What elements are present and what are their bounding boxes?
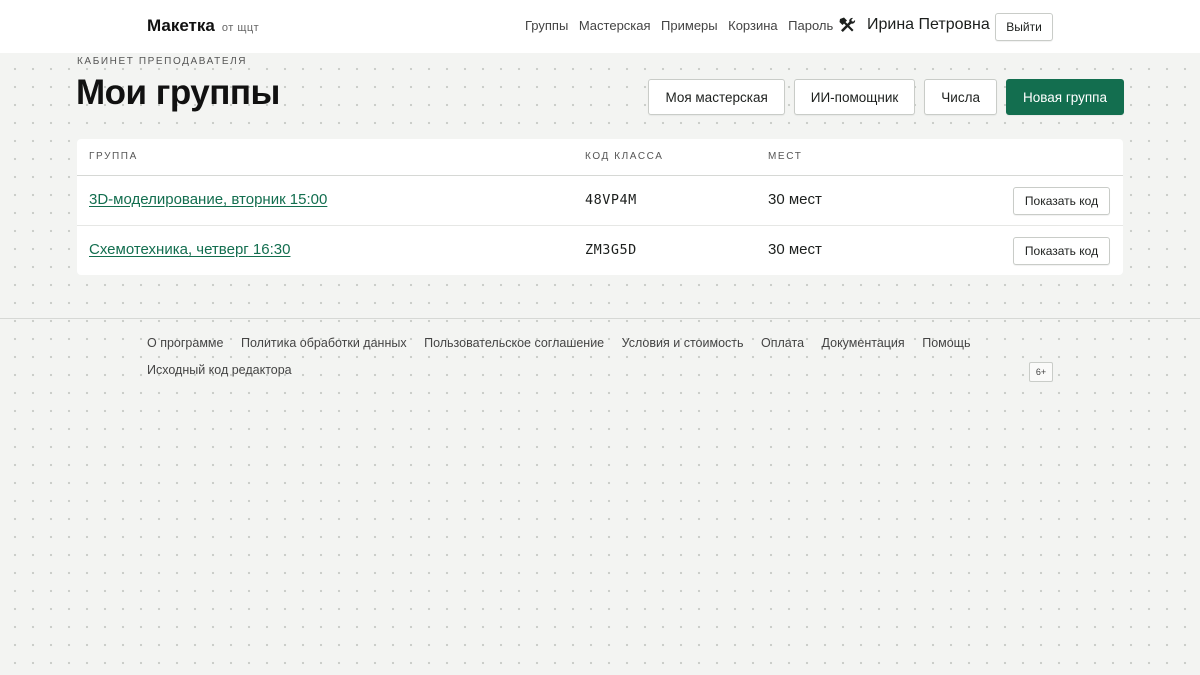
footer-link-pricing[interactable]: Условия и стоимость [622,336,744,350]
footer-link-help[interactable]: Помощь [922,336,970,350]
group-link[interactable]: Схемотехника, четверг 16:30 [89,241,290,258]
seats-count: 30 мест [768,241,822,258]
nav-link-groups[interactable]: Группы [525,18,568,33]
numbers-button[interactable]: Числа [924,79,997,115]
brand-subtitle: от щцт [221,22,260,34]
nav-link-examples[interactable]: Примеры [661,18,718,33]
class-code: 48VP4M [585,192,637,208]
footer-link-payment[interactable]: Оплата [761,336,804,350]
table-row: Схемотехника, четверг 16:30 ZM3G5D 30 ме… [77,226,1123,275]
my-workshop-button[interactable]: Моя мастерская [648,79,785,115]
footer-link-privacy[interactable]: Политика обработки данных [241,336,407,350]
footer-link-source-code[interactable]: Исходный код редактора [147,363,292,377]
page-actions: Моя мастерская ИИ-помощник Числа Новая г… [639,79,1124,115]
groups-table: Группа Код класса Мест 3D-моделирование,… [77,139,1123,275]
user-name[interactable]: Ирина Петровна [867,16,990,34]
column-header-seats: Мест [768,151,803,162]
nav-link-password[interactable]: Пароль [788,18,833,33]
seats-count: 30 мест [768,191,822,208]
column-header-code: Код класса [585,151,664,162]
show-code-button[interactable]: Показать код [1013,237,1110,265]
footer-links: О программе Политика обработки данных По… [147,336,988,350]
table-header: Группа Код класса Мест [77,139,1123,176]
main-nav: Группы Мастерская Примеры Корзина Пароль [525,18,844,33]
footer-divider [0,318,1200,319]
group-link[interactable]: 3D-моделирование, вторник 15:00 [89,191,327,208]
table-row: 3D-моделирование, вторник 15:00 48VP4M 3… [77,176,1123,226]
footer-link-terms[interactable]: Пользовательское соглашение [424,336,604,350]
class-code: ZM3G5D [585,242,637,258]
new-group-button[interactable]: Новая группа [1005,79,1124,115]
column-header-group: Группа [89,151,138,162]
nav-link-trash[interactable]: Корзина [728,18,778,33]
page-overline: Кабинет преподавателя [77,56,248,67]
footer-link-about[interactable]: О программе [147,336,223,350]
age-rating-badge: 6+ [1029,362,1053,382]
show-code-button[interactable]: Показать код [1013,187,1110,215]
ai-assistant-button[interactable]: ИИ-помощник [793,79,916,115]
footer-link-docs[interactable]: Документация [822,336,905,350]
logout-button[interactable]: Выйти [995,13,1053,41]
top-header: Макетка от щцт Группы Мастерская Примеры… [0,0,1200,53]
hammer-wrench-icon[interactable] [838,16,856,34]
brand-logo[interactable]: Макетка от щцт [147,16,259,36]
brand-name: Макетка [147,16,215,35]
nav-link-workshop[interactable]: Мастерская [579,18,651,33]
page-title: Мои группы [76,73,280,112]
